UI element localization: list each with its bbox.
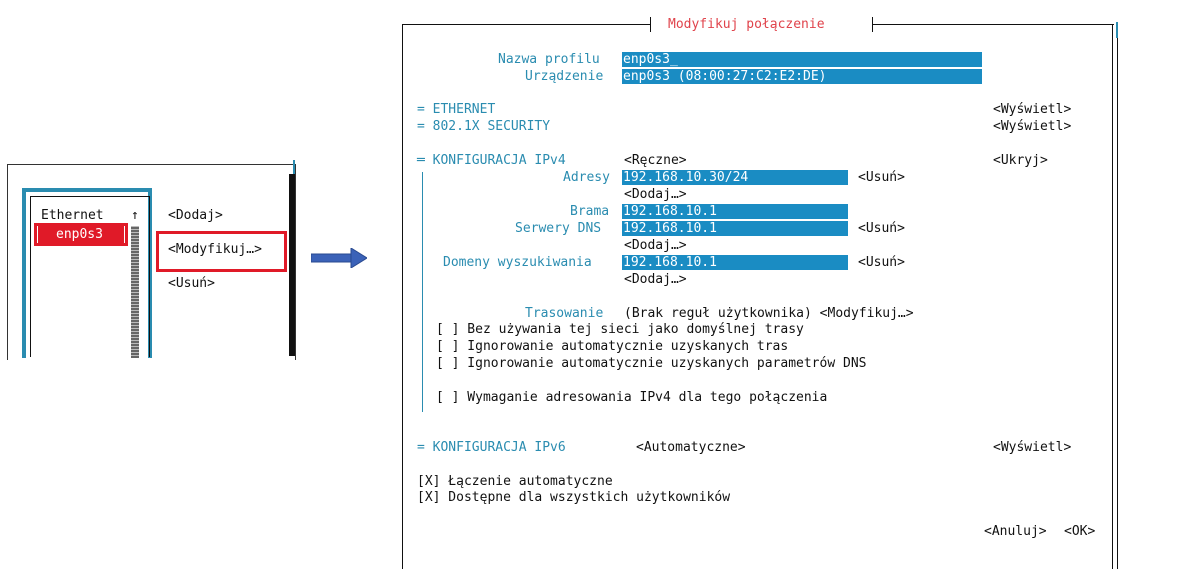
dialog-title: Modyfikuj połączenie xyxy=(668,17,825,32)
ipv4-mode-select[interactable]: <Ręczne> xyxy=(624,152,687,169)
dialog-accent xyxy=(1116,22,1118,38)
security-section-label: = 802.1X SECURITY xyxy=(417,119,551,134)
ethernet-show-button[interactable]: <Wyświetl> xyxy=(993,101,1071,118)
title-bracket xyxy=(650,17,651,32)
device-label: Urządzenie xyxy=(525,69,604,84)
delete-button[interactable]: <Usuń> xyxy=(168,275,215,292)
dns-remove-button[interactable]: <Usuń> xyxy=(858,220,905,237)
dialog-border-top xyxy=(402,24,650,25)
ipv6-show-button[interactable]: <Wyświetl> xyxy=(993,439,1071,456)
connection-list-dialog: Ethernet ↑ enp0s3 <Dodaj> <Modyfikuj…> <… xyxy=(0,156,300,360)
ipv6-mode-select[interactable]: <Automatyczne> xyxy=(636,439,746,456)
profile-name-label: Nazwa profilu xyxy=(498,52,600,67)
scrollbar[interactable] xyxy=(289,174,295,356)
checkbox-all-users[interactable]: [X] Dostępne dla wszystkich użytkowników xyxy=(417,489,730,506)
dialog-shadow-right xyxy=(1117,32,1118,569)
ipv4-hide-button[interactable]: <Ukryj> xyxy=(993,152,1048,169)
address-add-button[interactable]: <Dodaj…> xyxy=(624,186,687,203)
device-field[interactable]: enp0s3 (08:00:27:C2:E2:DE) xyxy=(622,69,982,84)
highlight-box xyxy=(156,231,287,272)
add-button[interactable]: <Dodaj> xyxy=(168,207,223,224)
list-scrollbar[interactable] xyxy=(131,226,139,358)
checkbox-require-ipv4[interactable]: [ ] Wymaganie adresowania IPv4 dla tego … xyxy=(436,389,827,406)
profile-name-field[interactable]: enp0s3_ xyxy=(622,52,982,67)
arrow-right-icon xyxy=(311,248,367,268)
search-add-button[interactable]: <Dodaj…> xyxy=(624,271,687,288)
dialog-border-top xyxy=(872,24,1114,25)
checkbox-never-default[interactable]: [ ] Bez używania tej sieci jako domyślne… xyxy=(436,321,804,338)
search-remove-button[interactable]: <Usuń> xyxy=(858,254,905,271)
dialog-border-left xyxy=(402,24,403,569)
routing-label: Trasowanie xyxy=(525,306,604,321)
dns-add-button[interactable]: <Dodaj…> xyxy=(624,237,687,254)
routing-modify-button[interactable]: (Brak reguł użytkownika) <Modyfikuj…> xyxy=(624,305,914,322)
title-bracket xyxy=(872,17,873,32)
dns-label: Serwery DNS xyxy=(515,221,602,236)
search-domain-field[interactable]: 192.168.10.1 xyxy=(622,255,848,270)
security-show-button[interactable]: <Wyświetl> xyxy=(993,118,1071,135)
search-domains-label: Domeny wyszukiwania xyxy=(443,255,592,270)
ipv4-section-label: ═ KONFIGURACJA IPv4 xyxy=(417,153,566,168)
ethernet-section-label: = ETHERNET xyxy=(417,102,496,117)
list-header: Ethernet xyxy=(41,208,104,223)
checkbox-auto-connect[interactable]: [X] Łączenie automatyczne xyxy=(417,473,613,490)
dns-field[interactable]: 192.168.10.1 xyxy=(622,221,848,236)
address-remove-button[interactable]: <Usuń> xyxy=(858,169,905,186)
checkbox-ignore-dns[interactable]: [ ] Ignorowanie automatycznie uzyskanych… xyxy=(436,355,866,372)
address-field[interactable]: 192.168.10.30/24 xyxy=(622,170,848,185)
ipv6-section-label: = KONFIGURACJA IPv6 xyxy=(417,440,566,455)
highlight-box xyxy=(34,223,128,246)
cancel-button[interactable]: <Anuluj> xyxy=(984,523,1047,540)
gateway-label: Brama xyxy=(570,204,610,219)
dialog-border-right xyxy=(1112,24,1113,569)
addresses-label: Adresy xyxy=(563,170,610,185)
ipv4-group-line xyxy=(422,172,423,412)
ok-button[interactable]: <OK> xyxy=(1064,523,1095,540)
checkbox-ignore-routes[interactable]: [ ] Ignorowanie automatycznie uzyskanych… xyxy=(436,338,788,355)
gateway-field[interactable]: 192.168.10.1 xyxy=(622,204,848,219)
scroll-up-arrow[interactable]: ↑ xyxy=(131,207,139,224)
